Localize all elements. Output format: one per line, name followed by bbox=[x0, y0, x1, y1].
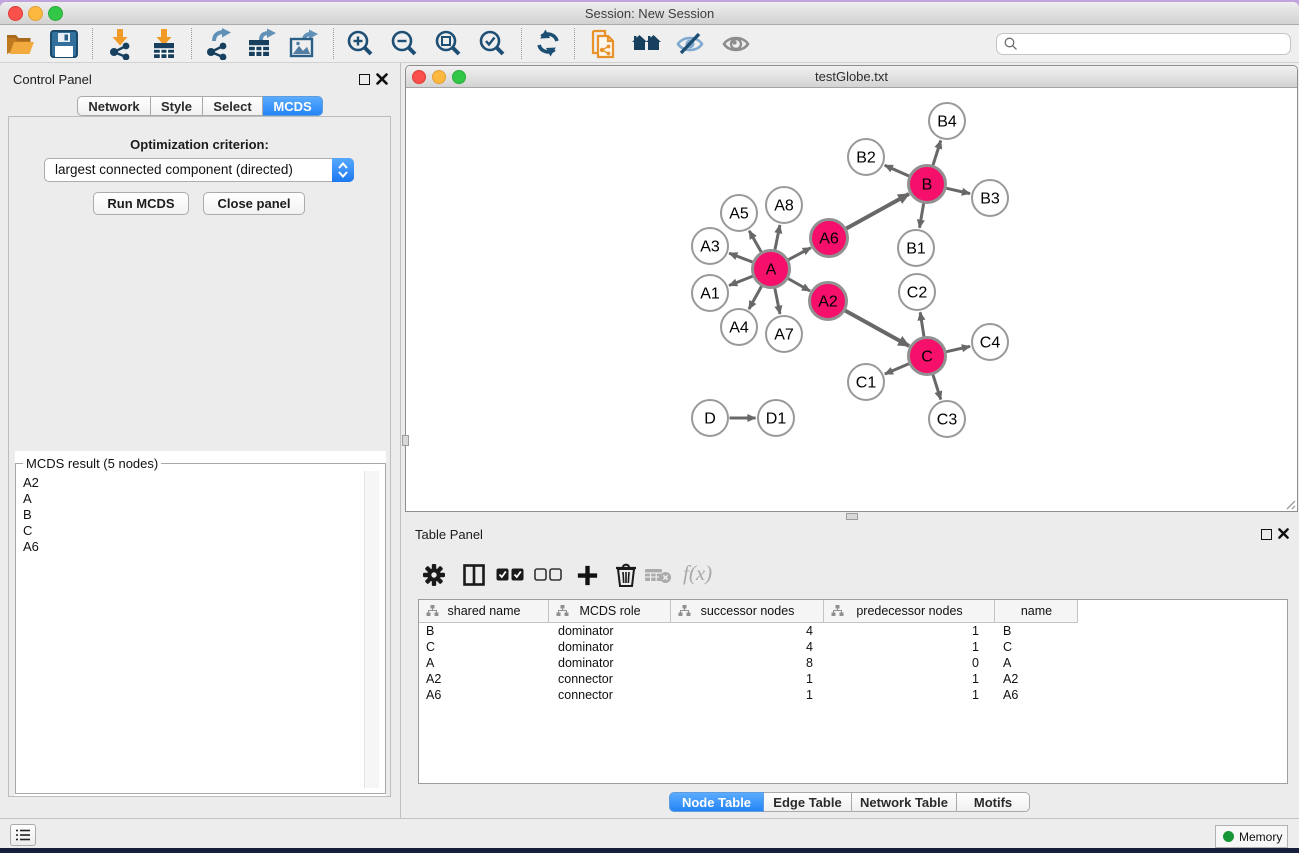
svg-text:A2: A2 bbox=[818, 294, 838, 311]
svg-text:A7: A7 bbox=[774, 327, 794, 344]
svg-text:B2: B2 bbox=[856, 150, 876, 167]
svg-text:B: B bbox=[922, 177, 933, 194]
svg-text:B4: B4 bbox=[937, 114, 957, 131]
svg-text:A5: A5 bbox=[729, 206, 749, 223]
svg-text:C: C bbox=[921, 349, 933, 366]
svg-text:A4: A4 bbox=[729, 320, 749, 337]
svg-text:C2: C2 bbox=[907, 285, 928, 302]
svg-text:A1: A1 bbox=[700, 286, 720, 303]
svg-text:A3: A3 bbox=[700, 239, 720, 256]
svg-text:C4: C4 bbox=[980, 335, 1001, 352]
svg-text:B3: B3 bbox=[980, 191, 1000, 208]
svg-text:C3: C3 bbox=[937, 412, 958, 429]
svg-text:A6: A6 bbox=[819, 231, 839, 248]
svg-text:A8: A8 bbox=[774, 198, 794, 215]
svg-text:B1: B1 bbox=[906, 241, 926, 258]
svg-text:A: A bbox=[766, 262, 777, 279]
svg-text:D1: D1 bbox=[766, 411, 787, 428]
svg-text:C1: C1 bbox=[856, 375, 877, 392]
svg-text:D: D bbox=[704, 411, 716, 428]
